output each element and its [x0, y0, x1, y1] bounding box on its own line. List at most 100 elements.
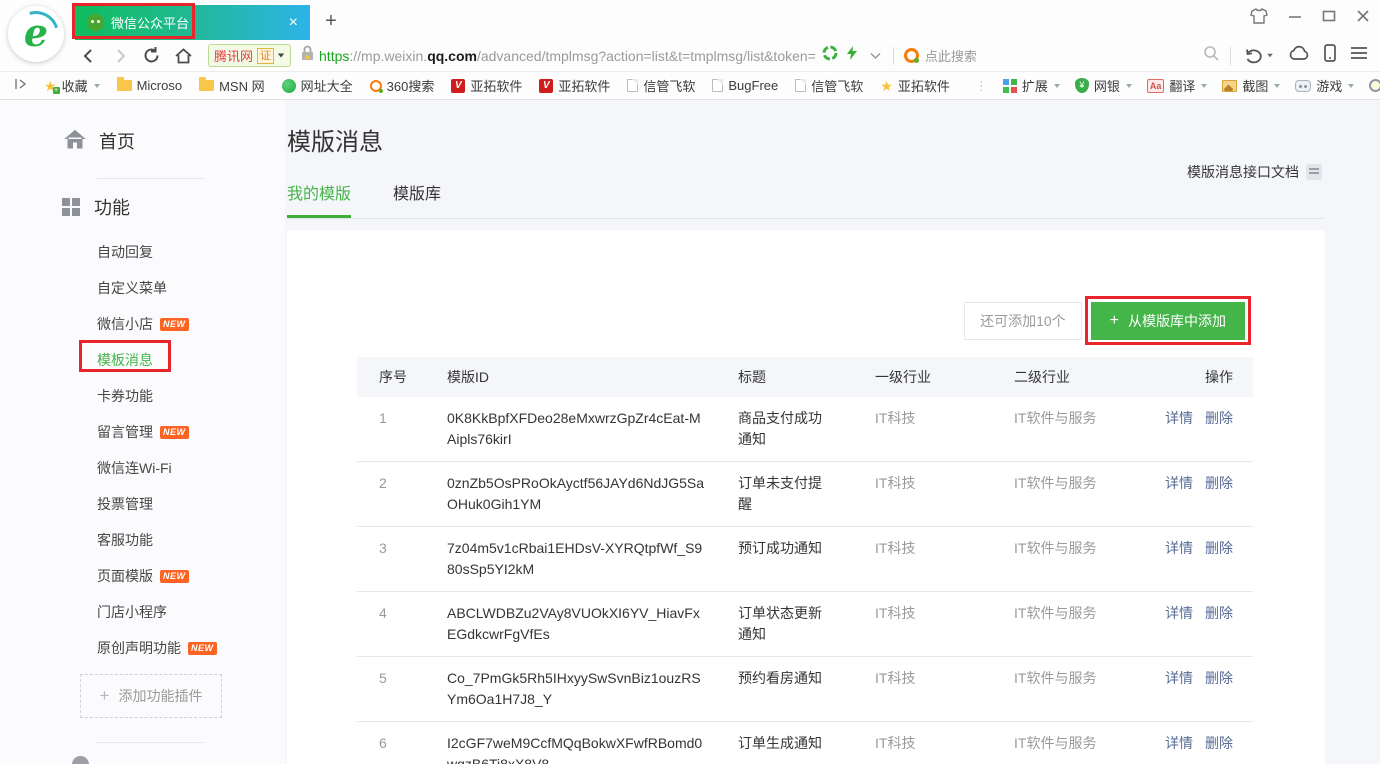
- tab-weixin-mp[interactable]: 微信公众平台 ×: [75, 5, 310, 40]
- delete-link[interactable]: 删除: [1205, 735, 1233, 751]
- sidebar-item-template-message[interactable]: 模板消息: [0, 342, 285, 378]
- theme-icon[interactable]: [1250, 8, 1268, 24]
- table-row: 6 I2cGF7weM9CcfMQqBokwXFwfRBomd0wgzB6Ti8…: [357, 722, 1253, 764]
- site-name: 腾讯网: [214, 46, 253, 65]
- tab-title: 微信公众平台: [111, 13, 189, 32]
- template-api-doc-link[interactable]: 模版消息接口文档: [1187, 162, 1322, 182]
- sidebar-item-comment-manage[interactable]: 留言管理NEW: [0, 414, 285, 450]
- table-row: 2 0znZb5OsPRoOkAyctf56JAYd6NdJG5SaOHuk0G…: [357, 462, 1253, 527]
- bookmarks-panel-toggle-icon[interactable]: [14, 78, 27, 93]
- red-app-icon: V: [539, 79, 553, 93]
- address-caret-icon[interactable]: [866, 47, 885, 65]
- bookmark-item[interactable]: Microso: [117, 78, 183, 93]
- cloud-sync-icon[interactable]: [1288, 45, 1310, 66]
- sidebar-item-auto-reply[interactable]: 自动回复: [0, 234, 285, 270]
- tool-games[interactable]: 游戏: [1295, 76, 1354, 95]
- bookmark-item[interactable]: ★亚拓软件: [880, 76, 950, 95]
- maximize-button[interactable]: [1322, 9, 1336, 23]
- tab-template-library[interactable]: 模版库: [393, 180, 441, 218]
- site-identity-badge[interactable]: 腾讯网 证: [208, 44, 291, 67]
- tool-password-manager[interactable]: 登录管家: [1369, 76, 1380, 95]
- minimize-button[interactable]: [1288, 9, 1302, 23]
- refresh-button[interactable]: [142, 46, 161, 65]
- sidebar-item-home[interactable]: 首页: [64, 123, 135, 159]
- star-icon: ★: [880, 79, 893, 93]
- bookmark-item[interactable]: V亚拓软件: [539, 76, 610, 95]
- sidebar-item-customer-service[interactable]: 客服功能: [0, 522, 285, 558]
- menu-hamburger-icon[interactable]: [1350, 46, 1368, 65]
- new-badge: NEW: [160, 426, 189, 439]
- detail-link[interactable]: 详情: [1165, 735, 1193, 751]
- folder-icon: [199, 80, 214, 91]
- speed-bolt-icon[interactable]: [846, 45, 858, 66]
- page-icon: [627, 79, 638, 92]
- add-from-library-button[interactable]: + 从模版库中添加: [1091, 302, 1245, 340]
- toolbar-separator-2: [1230, 47, 1231, 65]
- sidebar-item-card-coupon[interactable]: 卡券功能: [0, 378, 285, 414]
- bookmark-item[interactable]: 信管飞软: [795, 76, 863, 95]
- delete-link[interactable]: 删除: [1205, 475, 1233, 491]
- extension-circle-icon[interactable]: [822, 45, 838, 66]
- sidebar-bottom-cutoff-icon: [72, 756, 89, 764]
- detail-link[interactable]: 详情: [1165, 540, 1193, 556]
- detail-link[interactable]: 详情: [1165, 410, 1193, 426]
- page-icon: [712, 79, 723, 92]
- bookmark-item[interactable]: V亚拓软件: [451, 76, 522, 95]
- detail-link[interactable]: 详情: [1165, 605, 1193, 621]
- add-plugin-button[interactable]: + 添加功能插件: [80, 674, 222, 718]
- undo-history-icon[interactable]: [1245, 48, 1274, 64]
- tool-extensions[interactable]: 扩展: [1003, 76, 1060, 95]
- bookmark-item[interactable]: 网址大全: [282, 76, 353, 95]
- sidebar-item-store-miniprogram[interactable]: 门店小程序: [0, 594, 285, 630]
- bookmark-item[interactable]: MSN 网: [199, 76, 265, 95]
- url-path: /advanced/tmplmsg?action=list&t=tmplmsg/…: [477, 48, 816, 64]
- translate-icon: Aa: [1147, 79, 1165, 93]
- tool-screenshot[interactable]: 截图: [1222, 76, 1280, 95]
- tab-my-templates[interactable]: 我的模版: [287, 180, 351, 218]
- sidebar-item-page-template[interactable]: 页面模版NEW: [0, 558, 285, 594]
- tool-translate[interactable]: Aa翻译: [1147, 76, 1208, 95]
- badge-caret-icon[interactable]: [278, 54, 284, 58]
- back-button[interactable]: [80, 47, 98, 65]
- sidebar-item-wechat-store[interactable]: 微信小店NEW: [0, 306, 285, 342]
- delete-link[interactable]: 删除: [1205, 670, 1233, 686]
- search-placeholder: 点此搜索: [925, 46, 977, 65]
- magnifier-icon[interactable]: [1203, 45, 1220, 67]
- mobile-phone-icon[interactable]: [1324, 44, 1336, 67]
- table-row: 5 Co_7PmGk5Rh5IHxyySwSvnBiz1ouzRSYm6Oa1H…: [357, 657, 1253, 722]
- delete-link[interactable]: 删除: [1205, 540, 1233, 556]
- bookmark-item[interactable]: 360搜索: [370, 76, 435, 95]
- forward-button[interactable]: [111, 47, 129, 65]
- caret-icon: [1274, 84, 1280, 88]
- content-tabs: 我的模版 模版库: [287, 180, 1325, 219]
- bookmark-item[interactable]: 信管飞软: [627, 76, 695, 95]
- gamepad-icon: [1295, 80, 1311, 92]
- document-icon: [1306, 164, 1322, 180]
- favorites-label: 收藏: [62, 76, 88, 95]
- sidebar-item-original-statement[interactable]: 原创声明功能NEW: [0, 630, 285, 666]
- table-row: 4 ABCLWDBZu2VAy8VUOkXI6YV_HiavFxEGdkcwrF…: [357, 592, 1253, 657]
- new-tab-button[interactable]: +: [318, 10, 344, 33]
- close-window-button[interactable]: [1356, 9, 1370, 23]
- bookmark-item[interactable]: BugFree: [712, 78, 778, 93]
- delete-link[interactable]: 删除: [1205, 605, 1233, 621]
- bookmarks-overflow-icon[interactable]: ⋮: [975, 78, 988, 94]
- detail-link[interactable]: 详情: [1165, 670, 1193, 686]
- favorites-menu[interactable]: ★+ 收藏: [44, 76, 100, 95]
- sidebar-section-features[interactable]: 功能: [62, 189, 130, 225]
- screenshot-icon: [1222, 80, 1237, 92]
- tool-netbank[interactable]: ¥网银: [1075, 76, 1132, 95]
- search-field[interactable]: 点此搜索: [904, 45, 1220, 67]
- sidebar-item-wifi[interactable]: 微信连Wi-Fi: [0, 450, 285, 486]
- detail-link[interactable]: 详情: [1165, 475, 1193, 491]
- sidebar-item-vote-manage[interactable]: 投票管理: [0, 486, 285, 522]
- undo-caret-icon[interactable]: [1267, 54, 1273, 58]
- sidebar-item-custom-menu[interactable]: 自定义菜单: [0, 270, 285, 306]
- home-button[interactable]: [174, 47, 193, 65]
- home-icon: [64, 129, 86, 154]
- browser-logo[interactable]: e: [8, 6, 64, 62]
- delete-link[interactable]: 删除: [1205, 410, 1233, 426]
- new-badge: NEW: [160, 318, 189, 331]
- address-bar[interactable]: https://mp.weixin.qq.com/advanced/tmplms…: [319, 48, 816, 64]
- tab-close-icon[interactable]: ×: [289, 15, 298, 31]
